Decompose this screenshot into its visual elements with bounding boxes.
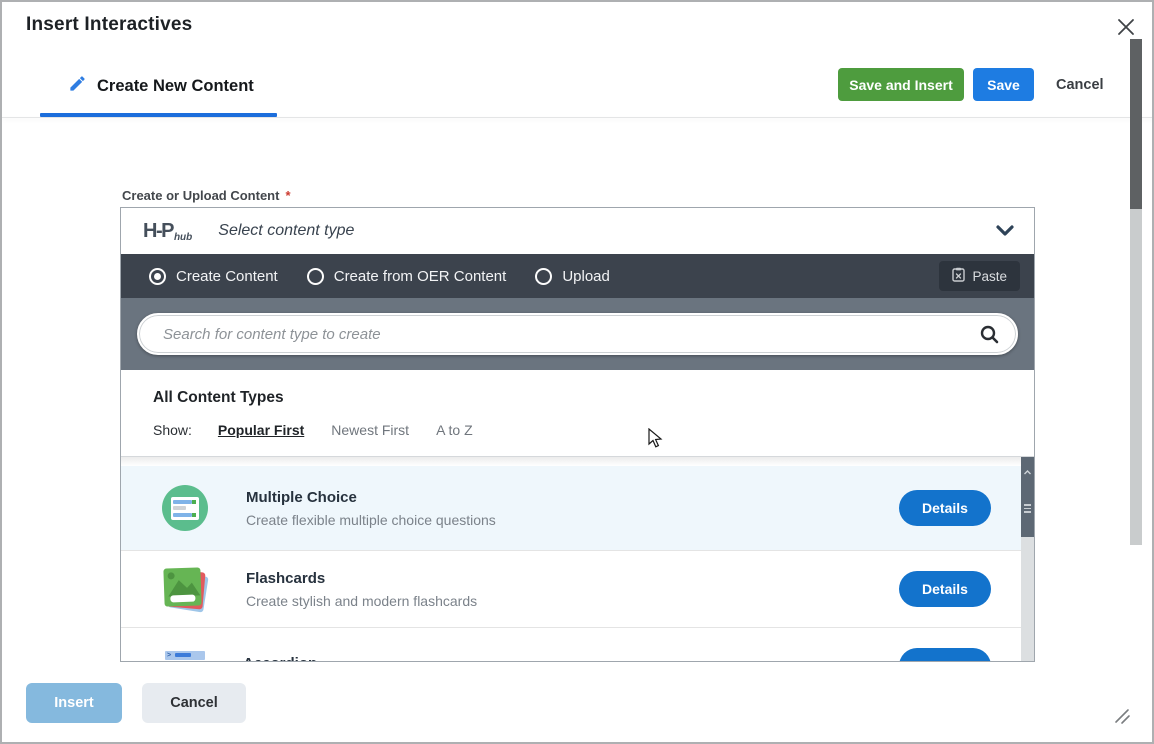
radio-icon-selected (149, 268, 166, 285)
pencil-icon (68, 74, 87, 98)
h5p-hub-logo: H-Phub (143, 220, 192, 243)
scroll-up-icon[interactable] (1024, 462, 1031, 480)
sort-a-to-z[interactable]: A to Z (436, 422, 473, 438)
h5p-logo-main: H-P (143, 220, 173, 242)
scrollbar-grip-icon (1024, 504, 1031, 515)
content-type-description: Create stylish and modern flashcards (246, 593, 477, 609)
content-type-name: Accordion (243, 655, 317, 663)
clipboard-icon (952, 267, 965, 285)
sort-row: Show: Popular First Newest First A to Z (153, 422, 1034, 438)
header-cancel-button[interactable]: Cancel (1056, 77, 1104, 93)
multiple-choice-icon (162, 485, 208, 531)
content-type-name: Multiple Choice (246, 489, 496, 506)
list-item-multiple-choice[interactable]: Multiple Choice Create flexible multiple… (121, 466, 1023, 550)
details-button-multiple-choice[interactable]: Details (899, 490, 991, 526)
close-icon[interactable] (1114, 16, 1138, 40)
h5p-logo-sub: hub (174, 232, 192, 243)
select-placeholder: Select content type (218, 222, 354, 240)
field-label-text: Create or Upload Content (122, 188, 279, 203)
list-scrollbar[interactable] (1021, 457, 1034, 662)
list-item-accordion[interactable]: > v Accordion Details (121, 627, 1023, 662)
h5p-hub-widget: H-Phub Select content type Create Conten… (120, 207, 1035, 662)
field-label: Create or Upload Content * (122, 188, 291, 203)
search-pill (137, 313, 1018, 355)
sort-popular-first[interactable]: Popular First (218, 422, 304, 438)
radio-label: Create from OER Content (334, 268, 507, 285)
list-scrollbar-thumb[interactable] (1021, 457, 1034, 537)
radio-label: Create Content (176, 268, 278, 285)
dialog-scrollbar-thumb[interactable] (1130, 39, 1142, 209)
sort-newest-first[interactable]: Newest First (331, 422, 409, 438)
list-item-flashcards[interactable]: Flashcards Create stylish and modern fla… (121, 550, 1023, 627)
header-actions: Save and Insert Save Cancel (838, 68, 1104, 101)
footer-cancel-button[interactable]: Cancel (142, 683, 246, 723)
radio-create-from-oer[interactable]: Create from OER Content (307, 268, 507, 285)
resize-handle-icon[interactable] (1110, 704, 1132, 731)
radio-icon (535, 268, 552, 285)
accordion-icon: > v (165, 651, 205, 662)
radio-icon (307, 268, 324, 285)
details-button-flashcards[interactable]: Details (899, 571, 991, 607)
show-label: Show: (153, 422, 192, 438)
dialog-scrollbar[interactable] (1130, 39, 1142, 545)
details-button-accordion[interactable]: Details (899, 648, 991, 662)
tab-create-new-content[interactable]: Create New Content (68, 74, 254, 98)
content-type-name: Flashcards (246, 570, 477, 587)
content-type-select[interactable]: H-Phub Select content type (121, 208, 1034, 254)
list-header: All Content Types Show: Popular First Ne… (121, 370, 1034, 457)
paste-label: Paste (972, 269, 1007, 284)
flashcards-icon (162, 566, 208, 612)
header-divider (2, 117, 1154, 118)
chevron-down-icon[interactable] (996, 225, 1014, 237)
paste-button[interactable]: Paste (939, 261, 1020, 291)
insert-button[interactable]: Insert (26, 683, 122, 723)
search-input[interactable] (139, 326, 979, 343)
radio-upload[interactable]: Upload (535, 268, 610, 285)
insert-interactives-dialog: Insert Interactives Create New Content S… (0, 0, 1154, 744)
list-top-shadow (121, 457, 1034, 466)
radio-label: Upload (562, 268, 610, 285)
required-asterisk: * (285, 188, 290, 203)
radio-create-content[interactable]: Create Content (149, 268, 278, 285)
save-button[interactable]: Save (973, 68, 1034, 101)
search-icon[interactable] (979, 324, 1000, 345)
source-mode-bar: Create Content Create from OER Content U… (121, 254, 1034, 298)
content-type-description: Create flexible multiple choice question… (246, 512, 496, 528)
dialog-title: Insert Interactives (26, 14, 192, 36)
save-and-insert-button[interactable]: Save and Insert (838, 68, 964, 101)
list-title: All Content Types (153, 389, 1034, 407)
tab-label: Create New Content (97, 77, 254, 96)
search-band (121, 298, 1034, 370)
content-type-list: Multiple Choice Create flexible multiple… (121, 457, 1034, 662)
mouse-cursor (648, 428, 663, 454)
